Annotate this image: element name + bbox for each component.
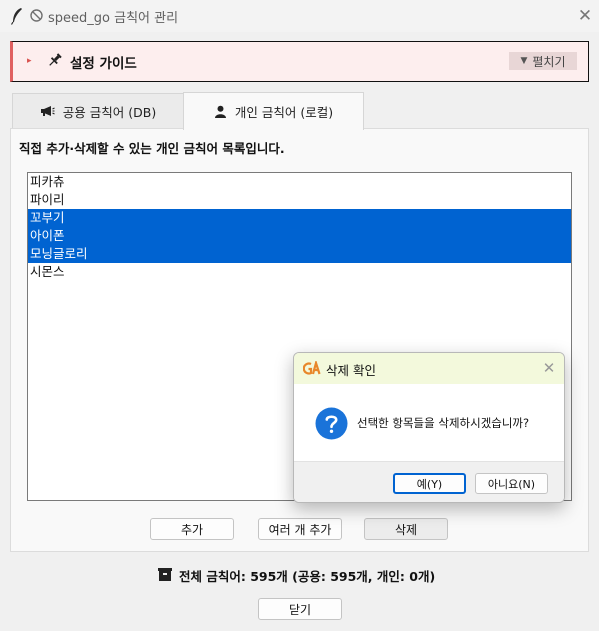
list-item[interactable]: 시몬스 [28,263,571,281]
close-button[interactable]: 닫기 [258,598,342,620]
dialog-message: 선택한 항목들을 삭제하시겠습니까? [357,416,530,430]
feather-icon [10,8,22,25]
tab-public-words[interactable]: 공용 금칙어 (DB) [12,93,184,129]
panel-description: 직접 추가·삭제할 수 있는 개인 금칙어 목록입니다. [19,141,285,156]
window-title: speed_go 금칙어 관리 [48,11,179,26]
guide-title: 설정 가이드 [70,56,137,72]
no-entry-icon [30,9,43,22]
list-item[interactable]: 피카츄 [28,173,571,191]
triangle-down-icon: ▼ [520,56,528,66]
list-item-selected[interactable]: 모닝글로리 [28,245,571,263]
no-button[interactable]: 아니요(N) [475,473,548,494]
title-bar: speed_go 금칙어 관리 ✕ [0,0,599,32]
dialog-title: 삭제 확인 [326,363,376,378]
tab-public-label: 공용 금칙어 (DB) [62,105,157,120]
megaphone-icon [40,106,55,116]
expand-guide-label: 펼치기 [532,54,566,69]
pushpin-icon [49,53,62,66]
delete-confirm-dialog: 삭제 확인 ✕ 선택한 항목들을 삭제하시겠습니까? 예(Y) 아니요(N) [293,352,565,503]
archive-box-icon [158,568,172,581]
dialog-title-bar: 삭제 확인 ✕ [294,353,564,384]
multi-add-button[interactable]: 여러 개 추가 [258,518,342,540]
list-item[interactable]: 파이리 [28,191,571,209]
window-close-icon[interactable]: ✕ [574,5,596,27]
app-logo-icon [303,361,321,375]
tab-private-label: 개인 금칙어 (로컬) [234,105,334,120]
delete-button[interactable]: 삭제 [364,518,448,540]
list-item-selected[interactable]: 아이폰 [28,227,571,245]
list-item-selected[interactable]: 꼬부기 [28,209,571,227]
user-icon [214,105,226,118]
dialog-close-icon[interactable]: ✕ [540,359,558,377]
guide-panel: ▸ 설정 가이드 ▼ 펼치기 [10,41,589,82]
add-button[interactable]: 추가 [150,518,234,540]
guide-collapse-arrow-icon[interactable]: ▸ [27,56,32,66]
yes-button[interactable]: 예(Y) [393,473,466,494]
question-icon [315,407,348,440]
dialog-button-bar: 예(Y) 아니요(N) [294,461,564,502]
tab-private-words[interactable]: 개인 금칙어 (로컬) [183,92,364,130]
total-count-text: 전체 금칙어: 595개 (공용: 595개, 개인: 0개) [179,569,436,584]
expand-guide-button[interactable]: ▼ 펼치기 [509,52,577,70]
